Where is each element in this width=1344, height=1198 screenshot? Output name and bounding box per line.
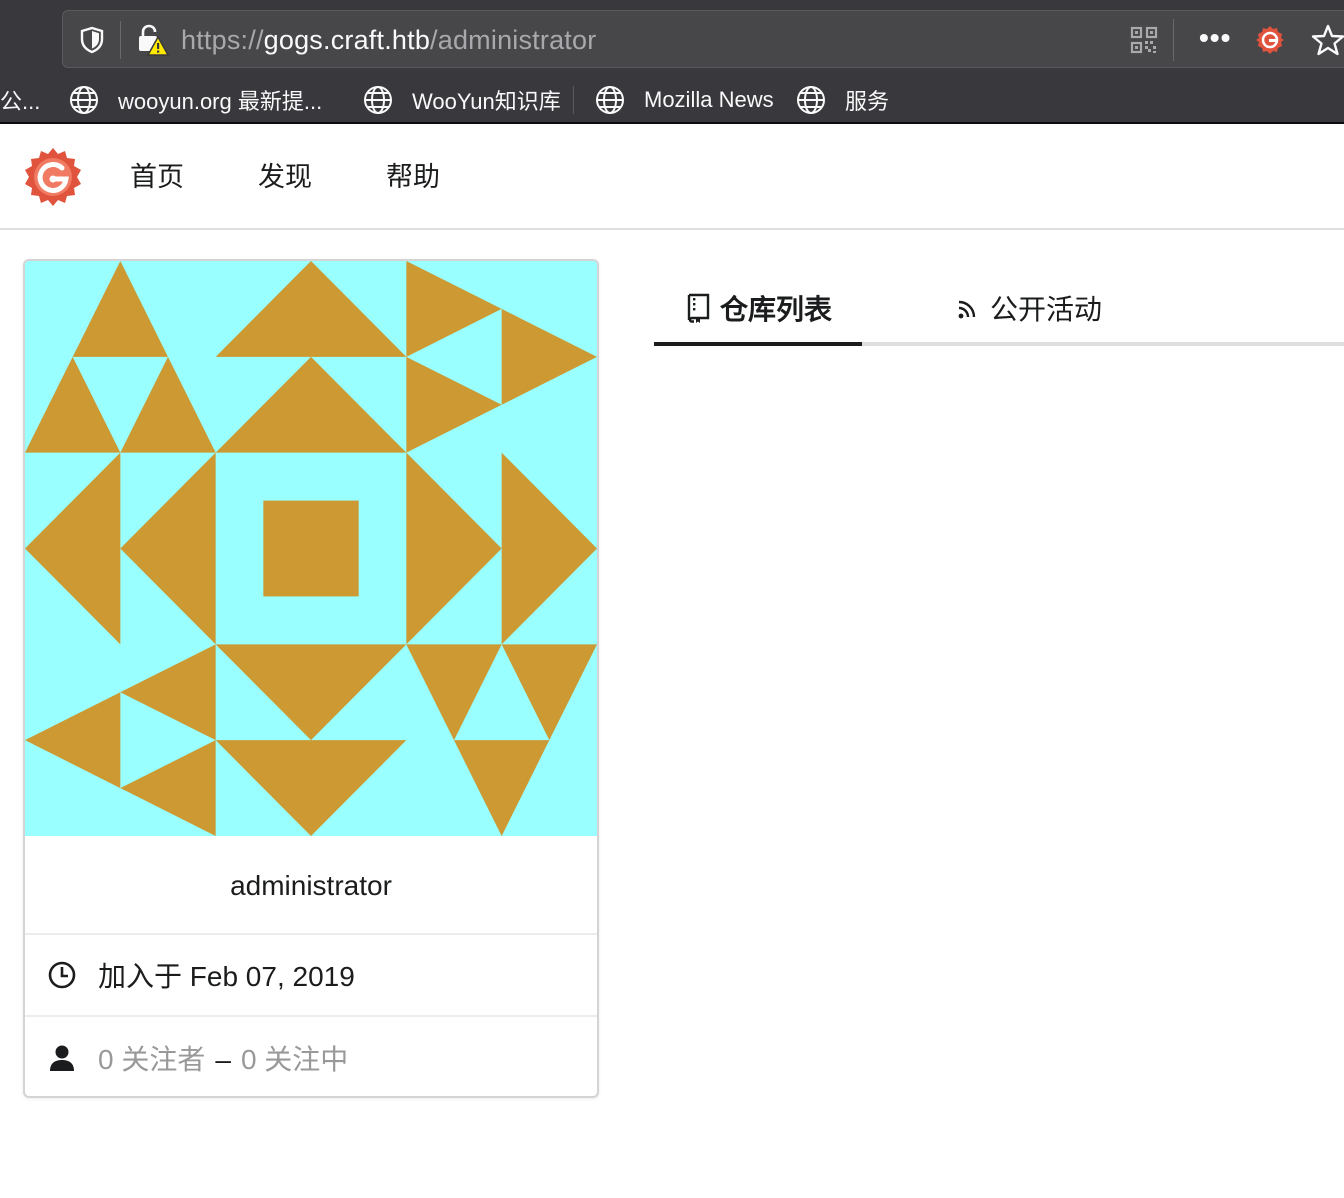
globe-icon [364, 86, 392, 114]
bookmark-label: 公... [0, 89, 41, 114]
url-scheme: https:// [181, 25, 264, 55]
page-actions-more-icon[interactable]: ••• [1199, 23, 1233, 57]
profile-follow-row: 0 关注者 –0 关注中 [25, 1017, 597, 1096]
bookmarks-toolbar: 公... wooyun.org 最新提... WooYun知识库 Mozilla… [0, 76, 1344, 124]
bookmark-separator [573, 86, 574, 114]
shield-icon[interactable] [77, 25, 107, 55]
nav-explore[interactable]: 发现 [258, 160, 312, 194]
bookmark-item[interactable]: wooyun.org 最新提... [68, 82, 322, 118]
bookmark-label: wooyun.org 最新提... [118, 89, 323, 114]
url-text[interactable]: https://gogs.craft.htb/administrator [181, 24, 596, 56]
avatar [25, 261, 597, 836]
followers-link[interactable]: 0 关注者 [98, 1044, 205, 1075]
tab-public-activity[interactable]: 公开活动 [954, 274, 1102, 342]
follow-separator: – [215, 1044, 231, 1075]
gogs-logo-icon[interactable] [22, 146, 84, 208]
bookmark-label: Mozilla News [644, 87, 774, 112]
qr-code-icon[interactable] [1129, 25, 1159, 55]
bookmark-item[interactable]: WooYun知识库 [362, 82, 561, 118]
url-separator [1173, 19, 1174, 61]
person-icon [50, 1045, 74, 1071]
follow-stats: 0 关注者 –0 关注中 [98, 1038, 348, 1078]
clock-icon [48, 961, 76, 989]
url-separator [120, 21, 121, 59]
tab-repositories-label: 仓库列表 [719, 294, 832, 325]
tab-public-activity-label: 公开活动 [990, 294, 1103, 325]
tab-repositories[interactable]: 仓库列表 [654, 274, 862, 346]
globe-icon [596, 86, 624, 114]
rss-icon [958, 300, 976, 319]
url-host: gogs.craft.htb [263, 25, 431, 55]
url-bar[interactable]: https://gogs.craft.htb/administrator ••• [62, 10, 1344, 68]
following-link[interactable]: 0 关注中 [241, 1044, 348, 1075]
globe-icon [70, 86, 98, 114]
browser-toolbar: https://gogs.craft.htb/administrator ••• [0, 0, 1344, 76]
globe-icon [797, 86, 825, 114]
bookmark-item[interactable]: 公... [0, 82, 40, 118]
bookmark-star-icon[interactable] [1311, 23, 1344, 57]
bookmark-label: 服务 [845, 89, 890, 114]
profile-username: administrator [25, 837, 597, 935]
nav-home[interactable]: 首页 [130, 160, 184, 194]
bookmark-item[interactable]: 服务 [795, 82, 889, 118]
profile-joined-row: 加入于 Feb 07, 2019 [25, 935, 597, 1017]
repo-book-icon [687, 293, 710, 323]
nav-help[interactable]: 帮助 [386, 160, 440, 194]
profile-card: administrator 加入于 Feb 07, 2019 0 关注者 –0 关… [23, 259, 599, 1098]
profile-joined-date: 加入于 Feb 07, 2019 [98, 961, 355, 992]
site-navbar: 首页 发现 帮助 [0, 126, 1344, 230]
bookmark-item[interactable]: Mozilla News [594, 82, 774, 118]
profile-tabs: 仓库列表 公开活动 [654, 274, 1344, 346]
url-path: /administrator [430, 25, 597, 55]
insecure-lock-icon[interactable] [135, 23, 169, 57]
bookmark-label: WooYun知识库 [412, 89, 561, 114]
gogs-extension-icon[interactable] [1255, 25, 1285, 55]
